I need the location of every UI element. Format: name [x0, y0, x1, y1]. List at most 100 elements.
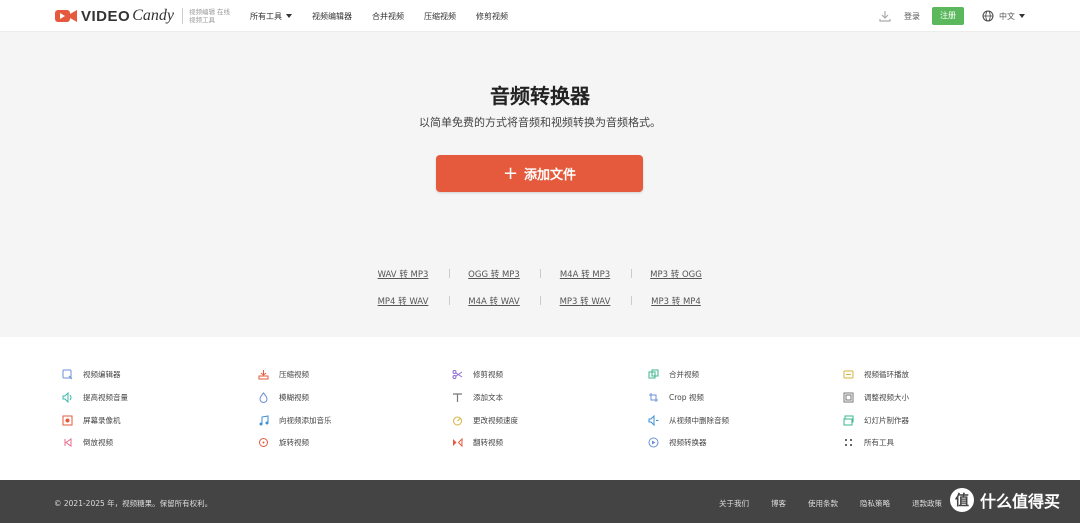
nav-compress-video-label: 压缩视频	[424, 11, 456, 21]
download-icon[interactable]	[878, 9, 892, 23]
chevron-down-icon	[286, 14, 292, 18]
tool-label: 更改视频速度	[473, 416, 518, 425]
watermark: 值 什么值得买	[950, 488, 1060, 512]
rotate-icon	[259, 438, 268, 447]
tool-label: 添加文本	[473, 393, 503, 402]
tool-label: 翻转视频	[473, 438, 503, 447]
nav-video-editor-label: 视频编辑器	[312, 11, 352, 21]
tool-crop-video[interactable]: Crop 视频	[648, 392, 704, 403]
tool-label: 修剪视频	[473, 370, 503, 379]
footer-link-refund[interactable]: 退款政策	[912, 498, 942, 509]
plus-icon: +	[502, 162, 519, 184]
tool-add-music[interactable]: 向视频添加音乐	[258, 415, 332, 426]
chevron-down-icon	[1019, 14, 1025, 18]
tool-slideshow-maker[interactable]: 幻灯片制作器	[843, 415, 909, 426]
header-actions: 登录 注册 中文	[878, 0, 1025, 32]
tool-all-tools[interactable]: 所有工具	[843, 437, 894, 448]
speed-icon	[453, 416, 462, 426]
blur-icon	[259, 392, 268, 403]
volume-icon	[62, 392, 72, 403]
tool-compress-video[interactable]: 压缩视频	[258, 369, 309, 380]
nav-merge-video-label: 合并视频	[372, 11, 404, 21]
compress-icon	[258, 370, 269, 380]
scissors-icon	[452, 370, 463, 379]
footer-link-terms[interactable]: 使用条款	[808, 498, 838, 509]
footer-links: 关于我们 博客 使用条款 隐私策略 退款政策	[697, 498, 942, 509]
logo-tagline: 视频编辑 在线视频工具	[188, 8, 231, 24]
screen-recorder-icon	[62, 415, 73, 426]
tool-label: Crop 视频	[669, 393, 704, 402]
site-logo[interactable]: VIDEO Candy 视频编辑 在线视频工具	[54, 6, 233, 26]
music-icon	[259, 415, 269, 426]
mute-icon	[648, 415, 659, 426]
loop-icon	[843, 370, 854, 379]
logo-text-candy: Candy	[132, 7, 174, 24]
tool-label: 向视频添加音乐	[279, 416, 332, 425]
video-editor-icon	[62, 369, 73, 380]
copyright-text: © 2021-2025 年，视频糖果。保留所有权利。	[54, 499, 213, 508]
globe-icon	[982, 10, 994, 22]
text-icon	[453, 393, 462, 402]
tool-loop-video[interactable]: 视频循环播放	[843, 369, 909, 380]
tool-blur-video[interactable]: 模糊视频	[258, 392, 309, 403]
conversion-link[interactable]: WAV 转 MP3	[358, 268, 448, 280]
tool-video-converter[interactable]: 视频转换器	[648, 437, 707, 448]
tool-rotate-video[interactable]: 旋转视频	[258, 437, 309, 448]
conversion-link[interactable]: MP3 转 WAV	[540, 295, 630, 307]
tool-flip-video[interactable]: 翻转视频	[452, 437, 503, 448]
language-selector[interactable]: 中文	[982, 10, 1025, 22]
tool-label: 模糊视频	[279, 393, 309, 402]
reverse-icon	[64, 438, 72, 447]
footer-link-about[interactable]: 关于我们	[719, 498, 749, 509]
flip-icon	[453, 437, 463, 448]
nav-compress-video[interactable]: 压缩视频	[424, 11, 456, 22]
nav-merge-video[interactable]: 合并视频	[372, 11, 404, 22]
conversion-link[interactable]: OGG 转 MP3	[449, 268, 539, 280]
page-footer: © 2021-2025 年，视频糖果。保留所有权利。 关于我们 博客 使用条款 …	[0, 480, 1080, 523]
nav-all-tools[interactable]: 所有工具	[250, 11, 292, 22]
nav-video-editor[interactable]: 视频编辑器	[312, 11, 352, 22]
video-camera-logo-icon	[55, 10, 77, 22]
tool-increase-volume[interactable]: 提高视频音量	[62, 392, 128, 403]
tool-label: 压缩视频	[279, 370, 309, 379]
tools-grid: 视频编辑器 提高视频音量 屏幕录像机 倒放视频 压缩视频 模糊视频 向视频添加音…	[0, 337, 1080, 480]
page-subtitle: 以简单免费的方式将音频和视频转换为音频格式。	[419, 116, 661, 129]
signup-button[interactable]: 注册	[932, 7, 964, 25]
tool-label: 视频转换器	[669, 438, 707, 447]
top-header: VIDEO Candy 视频编辑 在线视频工具 所有工具 视频编辑器 合并视频 …	[0, 0, 1080, 32]
tool-label: 倒放视频	[83, 438, 113, 447]
footer-link-blog[interactable]: 博客	[771, 498, 786, 509]
conversion-link[interactable]: MP3 转 MP4	[631, 295, 721, 307]
logo-divider	[181, 8, 183, 24]
watermark-badge-icon: 值	[950, 488, 974, 512]
nav-trim-video[interactable]: 修剪视频	[476, 11, 508, 22]
tool-change-speed[interactable]: 更改视频速度	[452, 415, 518, 426]
tool-add-text[interactable]: 添加文本	[452, 392, 503, 403]
conversion-link[interactable]: MP4 转 WAV	[358, 295, 448, 307]
tool-trim-video[interactable]: 修剪视频	[452, 369, 503, 380]
tool-reverse-video[interactable]: 倒放视频	[62, 437, 113, 448]
tool-resize-video[interactable]: 调整视频大小	[843, 392, 909, 403]
hero-section: 音频转换器 以简单免费的方式将音频和视频转换为音频格式。 + 添加文件 WAV …	[0, 32, 1080, 337]
tool-label: 所有工具	[864, 438, 894, 447]
tool-label: 提高视频音量	[83, 393, 128, 402]
conversion-link[interactable]: M4A 转 WAV	[449, 295, 539, 307]
converter-icon	[648, 437, 659, 448]
tool-screen-recorder[interactable]: 屏幕录像机	[62, 415, 121, 426]
tool-label: 幻灯片制作器	[864, 416, 909, 425]
tool-label: 屏幕录像机	[83, 416, 121, 425]
tool-label: 合并视频	[669, 370, 699, 379]
tool-merge-video[interactable]: 合并视频	[648, 369, 699, 380]
grid-icon	[845, 439, 852, 446]
conversion-link[interactable]: MP3 转 OGG	[631, 268, 721, 280]
conversion-link[interactable]: M4A 转 MP3	[540, 268, 630, 280]
logo-text-video: VIDEO	[81, 7, 131, 25]
tool-label: 调整视频大小	[864, 393, 909, 402]
tool-video-editor[interactable]: 视频编辑器	[62, 369, 121, 380]
tool-remove-audio[interactable]: 从视频中删除音频	[648, 415, 729, 426]
nav-all-tools-label: 所有工具	[250, 11, 282, 21]
footer-link-privacy[interactable]: 隐私策略	[860, 498, 890, 509]
login-link[interactable]: 登录	[904, 11, 920, 22]
tool-label: 视频编辑器	[83, 370, 121, 379]
add-file-button[interactable]: + 添加文件	[436, 155, 643, 192]
